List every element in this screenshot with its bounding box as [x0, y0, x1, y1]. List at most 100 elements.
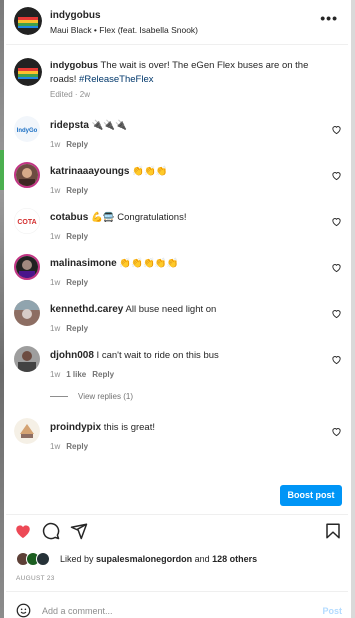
comment-body: I can't wait to ride on this bus	[96, 350, 219, 361]
comment-actions: 1w Reply	[50, 324, 88, 333]
comment-actions: 1w Reply	[50, 442, 88, 451]
author-username[interactable]: indygobus	[50, 10, 101, 21]
reply-button[interactable]: Reply	[66, 442, 88, 451]
comment-like-count[interactable]: 1 like	[66, 370, 86, 379]
comment-time: 1w	[50, 232, 61, 241]
comment-actions: 1w Reply	[50, 140, 88, 149]
commenter-avatar[interactable]	[14, 300, 40, 326]
comment-body: this is great!	[103, 422, 155, 433]
more-options-icon[interactable]: •••	[320, 10, 338, 26]
window-edge-left	[0, 0, 4, 618]
comment-item: proindypix this is great! 1w Reply	[6, 418, 348, 464]
comment-item: COTA cotabus 💪🚍 Congratulations! 1w Reply	[6, 208, 348, 254]
commenter-avatar[interactable]	[14, 254, 40, 280]
comment-item: kennethd.carey All buse need light on 1w…	[6, 300, 348, 346]
like-comment-icon[interactable]	[331, 308, 342, 319]
window-edge-right	[351, 0, 355, 618]
reply-button[interactable]: Reply	[66, 278, 88, 287]
caption-meta: Edited · 2w	[50, 90, 91, 99]
reply-button[interactable]: Reply	[66, 324, 88, 333]
comment-body: 🔌🔌🔌	[91, 120, 128, 131]
emoji-icon[interactable]	[16, 603, 31, 618]
view-replies-label: View replies (1)	[78, 392, 133, 401]
comment-time: 1w	[50, 140, 61, 149]
comment-username[interactable]: cotabus	[50, 212, 88, 223]
comment-username[interactable]: kennethd.carey	[50, 304, 123, 315]
section-divider	[6, 514, 348, 515]
view-replies-button[interactable]: View replies (1)	[50, 392, 133, 401]
svg-text:COTA: COTA	[17, 219, 36, 226]
comment-icon[interactable]	[42, 522, 60, 540]
author-avatar[interactable]	[14, 7, 42, 35]
reply-button[interactable]: Reply	[66, 186, 88, 195]
liker-avatar[interactable]	[36, 552, 50, 566]
comment-username[interactable]: djohn008	[50, 350, 94, 361]
comment-actions: 1w Reply	[50, 278, 88, 287]
view-replies-line	[50, 396, 68, 397]
comment-time: 1w	[50, 370, 61, 379]
comment-text: malinasimone 👏👏👏👏👏	[50, 257, 310, 270]
comment-body: All buse need light on	[125, 304, 217, 315]
commenter-avatar[interactable]: IndyGo	[14, 116, 40, 142]
add-comment-row: Post	[6, 600, 348, 618]
caption-author-avatar[interactable]	[14, 58, 42, 86]
comment-username[interactable]: malinasimone	[50, 258, 117, 269]
liked-by-text: Liked by supalesmalonegordon and 128 oth…	[60, 554, 257, 564]
caption-author[interactable]: indygobus	[50, 60, 98, 71]
like-comment-icon[interactable]	[331, 170, 342, 181]
comment-time: 1w	[50, 278, 61, 287]
liked-heart-icon[interactable]	[14, 522, 32, 540]
commenter-avatar[interactable]	[14, 346, 40, 372]
liked-by-prefix: Liked by	[60, 554, 94, 564]
like-comment-icon[interactable]	[331, 262, 342, 273]
section-divider	[6, 591, 348, 592]
caption-body: indygobus The wait is over! The eGen Fle…	[50, 59, 318, 87]
save-bookmark-icon[interactable]	[324, 522, 342, 540]
like-comment-icon[interactable]	[331, 124, 342, 135]
comment-username[interactable]: ridepsta	[50, 120, 89, 131]
comment-body: 💪🚍 Congratulations!	[90, 212, 187, 223]
post-date[interactable]: AUGUST 23	[16, 575, 55, 582]
reply-button[interactable]: Reply	[92, 370, 114, 379]
reply-button[interactable]: Reply	[66, 140, 88, 149]
comment-item: katrinaaayoungs 👏👏👏 1w Reply	[6, 162, 348, 208]
comment-text: ridepsta 🔌🔌🔌	[50, 119, 310, 132]
comment-time: 1w	[50, 186, 61, 195]
liked-by-others[interactable]: 128 others	[212, 554, 257, 564]
like-comment-icon[interactable]	[331, 216, 342, 227]
comment-actions: 1w 1 like Reply	[50, 370, 114, 379]
caption-hashtag[interactable]: #ReleaseTheFlex	[79, 74, 153, 85]
share-icon[interactable]	[70, 522, 88, 540]
window-edge-accent	[0, 150, 4, 190]
reply-button[interactable]: Reply	[66, 232, 88, 241]
comment-item: IndyGo ridepsta 🔌🔌🔌 1w Reply	[6, 116, 348, 162]
commenter-avatar[interactable]: COTA	[14, 208, 40, 234]
post-comments-panel: indygobus Maui Black • Flex (feat. Isabe…	[6, 0, 348, 618]
commenter-avatar[interactable]	[14, 418, 40, 444]
comment-body: 👏👏👏👏👏	[119, 258, 179, 269]
comment-username[interactable]: proindypix	[50, 422, 101, 433]
boost-post-button[interactable]: Boost post	[280, 485, 342, 506]
post-comment-button[interactable]: Post	[322, 606, 342, 616]
post-header: indygobus Maui Black • Flex (feat. Isabe…	[6, 0, 348, 45]
comment-username[interactable]: katrinaaayoungs	[50, 166, 129, 177]
comment-actions: 1w Reply	[50, 232, 88, 241]
liked-by-row: Liked by supalesmalonegordon and 128 oth…	[16, 552, 346, 568]
comment-text: kennethd.carey All buse need light on	[50, 303, 310, 316]
comment-text: cotabus 💪🚍 Congratulations!	[50, 211, 310, 224]
audio-track[interactable]: Maui Black • Flex (feat. Isabella Snook)	[50, 25, 198, 35]
post-action-bar	[6, 520, 348, 544]
comment-time: 1w	[50, 324, 61, 333]
add-comment-input[interactable]	[42, 606, 292, 616]
liked-by-and: and	[194, 554, 210, 564]
svg-text:IndyGo: IndyGo	[17, 128, 38, 134]
comment-text: katrinaaayoungs 👏👏👏	[50, 165, 310, 178]
comment-actions: 1w Reply	[50, 186, 88, 195]
commenter-avatar[interactable]	[14, 162, 40, 188]
comment-item: malinasimone 👏👏👏👏👏 1w Reply	[6, 254, 348, 300]
like-comment-icon[interactable]	[331, 426, 342, 437]
comment-body: 👏👏👏	[132, 166, 168, 177]
like-comment-icon[interactable]	[331, 354, 342, 365]
liked-by-user[interactable]: supalesmalonegordon	[96, 554, 192, 564]
comment-text: proindypix this is great!	[50, 421, 310, 434]
